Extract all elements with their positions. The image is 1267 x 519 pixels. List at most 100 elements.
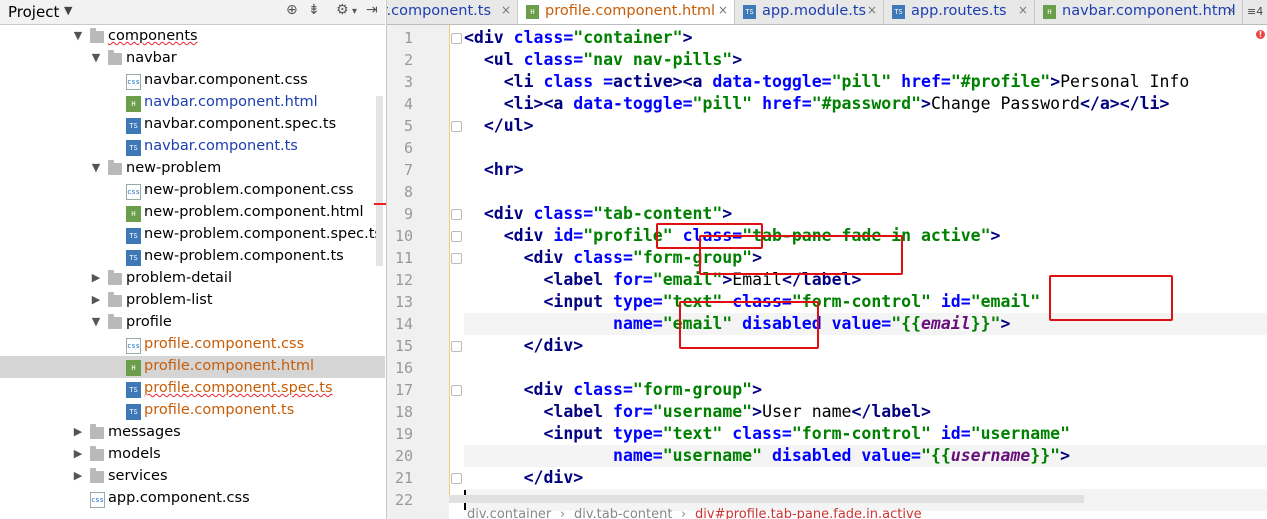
chevron-right-icon[interactable]: ▶: [90, 271, 102, 284]
folder-icon: [108, 270, 122, 285]
line-number: 11: [394, 249, 413, 267]
breadcrumb-item[interactable]: div.tab-content: [574, 507, 672, 519]
tree-folder[interactable]: ▼ profile: [0, 312, 385, 334]
chevron-right-icon[interactable]: ▶: [72, 425, 84, 438]
chevron-down-icon[interactable]: ▼: [72, 29, 84, 42]
tab-overflow-button[interactable]: ≡4: [1243, 0, 1267, 24]
tree-item-label: new-problem: [126, 160, 222, 176]
code-line[interactable]: name="username" disabled value="{{userna…: [464, 445, 1070, 467]
code-line[interactable]: <div class="form-group">: [464, 379, 762, 401]
chevron-right-icon[interactable]: ▶: [72, 469, 84, 482]
editor-tab[interactable]: TS×ar.component.ts: [387, 0, 518, 24]
breadcrumb-item[interactable]: div.container: [467, 507, 551, 519]
chevron-right-icon[interactable]: ▶: [72, 447, 84, 460]
folder-icon: [90, 424, 104, 439]
line-number: 3: [403, 73, 413, 91]
tree-file[interactable]: css new-problem.component.css: [0, 180, 385, 202]
tab-label: ≡4: [1247, 5, 1264, 18]
tree-folder[interactable]: ▼ new-problem: [0, 158, 385, 180]
line-number: 12: [394, 271, 413, 289]
hide-panel-icon[interactable]: ⇥: [366, 2, 378, 18]
code-line[interactable]: <li><a data-toggle="pill" href="#passwor…: [464, 93, 1170, 115]
code-line[interactable]: </ul>: [464, 115, 534, 137]
folder-icon: [108, 292, 122, 307]
tree-item-label: navbar: [126, 50, 177, 66]
tree-item-label: problem-list: [126, 292, 213, 308]
html-file-icon: H: [1043, 5, 1056, 19]
close-tab-icon[interactable]: ×: [1018, 3, 1028, 17]
html-file-icon: H: [126, 206, 141, 222]
code-line[interactable]: <ul class="nav nav-pills">: [464, 49, 742, 71]
line-number: 14: [394, 315, 413, 333]
error-indicator-icon[interactable]: !: [1256, 30, 1265, 39]
tree-file[interactable]: css profile.component.css: [0, 334, 385, 356]
gear-dropdown-icon[interactable]: ▾: [352, 6, 357, 17]
chevron-down-icon[interactable]: ▼: [64, 4, 72, 17]
chevron-down-icon[interactable]: ▼: [90, 51, 102, 64]
line-number: 19: [394, 425, 413, 443]
tree-file[interactable]: TS new-problem.component.spec.ts: [0, 224, 385, 246]
tree-folder[interactable]: ▶ models: [0, 444, 385, 466]
project-view-selector[interactable]: Project: [8, 3, 59, 21]
tree-file[interactable]: Hprofile.component.html: [0, 356, 385, 378]
code-line[interactable]: <div class="container">: [464, 27, 693, 49]
tree-file[interactable]: TS navbar.component.ts: [0, 136, 385, 158]
close-tab-icon[interactable]: ×: [501, 3, 511, 17]
tree-item-label: navbar.component.spec.ts: [144, 116, 337, 132]
tree-folder[interactable]: ▶ messages: [0, 422, 385, 444]
locate-file-icon[interactable]: ⊕: [286, 2, 298, 18]
chevron-down-icon[interactable]: ▼: [90, 161, 102, 174]
tree-scrollbar[interactable]: [376, 96, 383, 266]
code-line[interactable]: </div>: [464, 335, 584, 357]
collapse-all-icon[interactable]: ⇟: [308, 2, 320, 18]
close-tab-icon[interactable]: ×: [867, 3, 877, 17]
editor-tab-bar: TS×ar.component.tsH×profile.component.ht…: [387, 0, 1267, 25]
close-tab-icon[interactable]: ×: [718, 3, 728, 17]
tree-file[interactable]: css navbar.component.css: [0, 70, 385, 92]
tree-file[interactable]: TS navbar.component.spec.ts: [0, 114, 385, 136]
code-line[interactable]: <input type="text" class="form-control" …: [464, 423, 1070, 445]
code-line[interactable]: <hr>: [464, 159, 524, 181]
tree-item-label: navbar.component.html: [144, 94, 318, 110]
code-area[interactable]: <div class="container"> <ul class="nav n…: [449, 25, 1267, 519]
ts-file-icon: TS: [126, 250, 141, 266]
tree-folder[interactable]: ▶ problem-list: [0, 290, 385, 312]
folder-icon: [108, 160, 122, 175]
tree-folder[interactable]: ▶ services: [0, 466, 385, 488]
line-number: 13: [394, 293, 413, 311]
code-line[interactable]: <label for="username">User name</label>: [464, 401, 930, 423]
editor-tab[interactable]: TS × app.module.ts: [735, 0, 884, 24]
horizontal-scrollbar[interactable]: [449, 495, 1084, 503]
tree-item-label: profile: [126, 314, 172, 330]
chevron-right-icon[interactable]: ▶: [90, 293, 102, 306]
breadcrumb-item[interactable]: div#profile.tab-pane.fade.in.active: [695, 507, 922, 519]
tree-file[interactable]: TS profile.component.ts: [0, 400, 385, 422]
breadcrumb-separator: ›: [681, 507, 687, 519]
line-number: 7: [403, 161, 413, 179]
tree-item-label: new-problem.component.css: [144, 182, 354, 198]
tree-item-label: services: [108, 468, 168, 484]
tree-item-label: problem-detail: [126, 270, 232, 286]
tab-label: ar.component.ts: [387, 3, 492, 19]
tree-file[interactable]: css app.component.css: [0, 488, 385, 510]
tree-file[interactable]: Hnew-problem.component.html: [0, 202, 385, 224]
editor-tab[interactable]: H × profile.component.html: [518, 0, 735, 24]
code-line[interactable]: <li class =active><a data-toggle="pill" …: [464, 71, 1190, 93]
tree-file[interactable]: Hnavbar.component.html: [0, 92, 385, 114]
code-line[interactable]: </div>: [464, 467, 584, 489]
editor-tab[interactable]: TS × app.routes.ts: [884, 0, 1035, 24]
editor-tab[interactable]: H × navbar.component.html: [1035, 0, 1243, 24]
css-file-icon: css: [90, 492, 105, 508]
chevron-down-icon[interactable]: ▼: [90, 315, 102, 328]
tree-file[interactable]: TS profile.component.spec.ts: [0, 378, 385, 400]
tree-folder[interactable]: ▼ components: [0, 26, 385, 48]
tree-folder[interactable]: ▶ problem-detail: [0, 268, 385, 290]
annotation-box: [699, 235, 903, 275]
tree-folder[interactable]: ▼ navbar: [0, 48, 385, 70]
line-number: 18: [394, 403, 413, 421]
gear-icon[interactable]: ⚙: [336, 2, 349, 18]
code-line[interactable]: <div class="tab-content">: [464, 203, 732, 225]
html-file-icon: H: [526, 5, 539, 19]
ts-file-icon: TS: [126, 118, 141, 134]
tree-file[interactable]: TS new-problem.component.ts: [0, 246, 385, 268]
